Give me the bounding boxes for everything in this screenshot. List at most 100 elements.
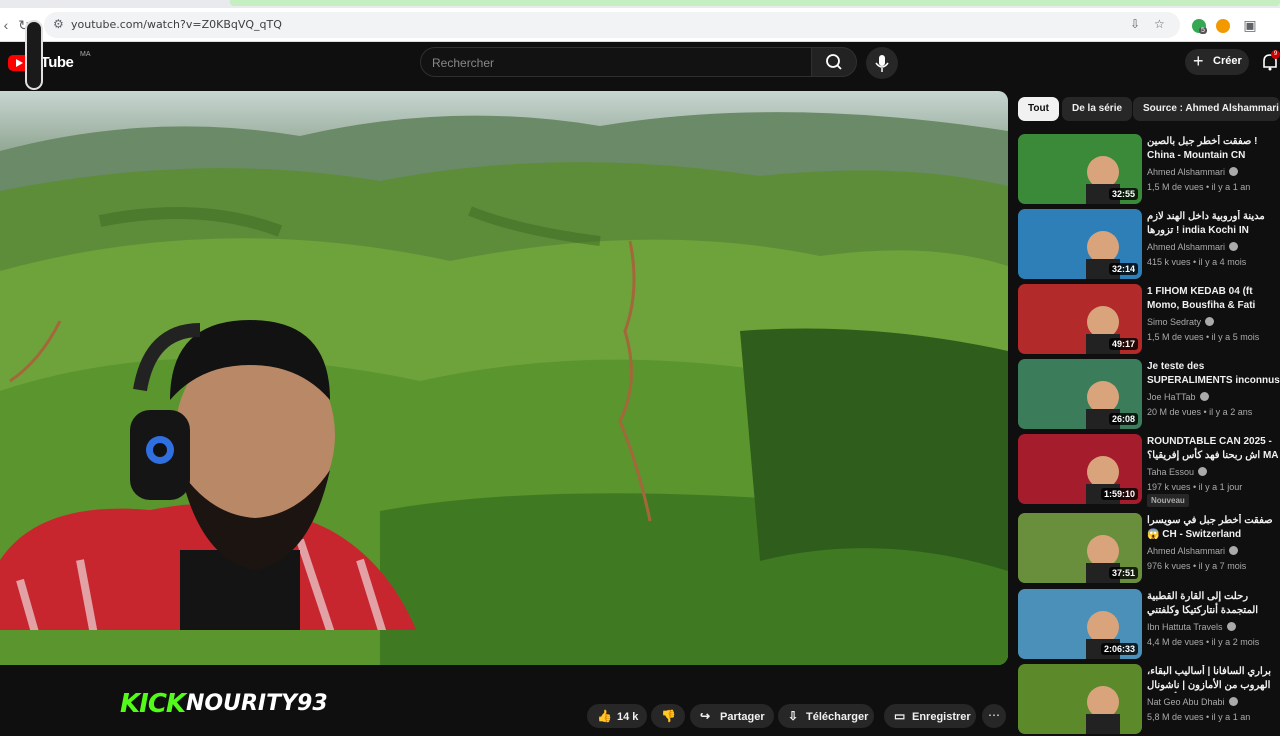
recommendation-item[interactable]: 2:06:33 رحلت إلى القارة القطبية المتجمدة … xyxy=(1018,589,1280,661)
channel-label: Ahmed Alshammari xyxy=(1147,546,1226,556)
channel-name[interactable]: Joe HaTTab xyxy=(1147,392,1209,402)
video-thumbnail[interactable]: 1:59:10 xyxy=(1018,434,1142,504)
download-button[interactable]: ⇩ Télécharger xyxy=(778,704,874,728)
video-duration: 32:14 xyxy=(1108,263,1138,275)
like-count: 14 k xyxy=(617,711,639,723)
video-meta: 197 k vues • il y a 1 jour xyxy=(1147,482,1243,492)
active-tab-highlight xyxy=(230,0,1280,6)
search-icon xyxy=(826,54,842,70)
video-title[interactable]: مدينة أوروبية داخل الهند لازم تزورها ! i… xyxy=(1147,210,1280,238)
chip-series[interactable]: De la série xyxy=(1062,97,1133,121)
site-info-icon[interactable]: ⚙ xyxy=(53,17,64,31)
video-thumbnail[interactable]: 49:17 xyxy=(1018,284,1142,354)
more-actions-button[interactable]: ⋯ xyxy=(982,704,1006,728)
channel-name[interactable]: Ahmed Alshammari xyxy=(1147,242,1239,252)
verified-check-icon xyxy=(1229,242,1239,251)
like-button[interactable]: 👍 14 k xyxy=(587,704,647,728)
video-title[interactable]: صفقت أخطر جبل في سويسرا 😱 CH - Switzerla… xyxy=(1147,514,1280,542)
extensions-puzzle-icon[interactable]: ▣ xyxy=(1240,15,1260,35)
recommendation-item[interactable]: 32:55 صفقت أخطر جبل بالصين ! China - Moun… xyxy=(1018,134,1280,206)
recommendation-item[interactable]: 32:14 مدينة أوروبية داخل الهند لازم تزوره… xyxy=(1018,209,1280,281)
video-thumbnail[interactable]: 32:55 xyxy=(1018,134,1142,204)
dislike-button[interactable]: 👎 xyxy=(651,704,685,728)
notification-count-badge: 9 xyxy=(1271,50,1280,59)
download-icon: ⇩ xyxy=(788,709,799,723)
studio-microphone xyxy=(25,20,43,90)
verified-check-icon xyxy=(1199,392,1209,401)
video-title[interactable]: براري السافانا | أساليب البقاء، الهروب م… xyxy=(1147,665,1280,693)
video-duration: 1:59:10 xyxy=(1100,488,1138,500)
extension-orange-icon[interactable] xyxy=(1216,19,1230,33)
video-meta: 1,5 M de vues • il y a 5 mois xyxy=(1147,332,1260,342)
plus-icon: + xyxy=(1193,51,1204,71)
thumbs-up-icon: 👍 xyxy=(597,709,612,723)
create-label: Créer xyxy=(1213,55,1242,67)
channel-name[interactable]: Ahmed Alshammari xyxy=(1147,167,1239,177)
youtube-header: uTube MA Rechercher + Créer 9 xyxy=(0,42,1280,90)
thumbs-down-icon: 👎 xyxy=(661,709,676,723)
chip-all[interactable]: Tout xyxy=(1018,97,1059,121)
url-text: youtube.com/watch?v=Z0KBqVQ_qTQ xyxy=(71,18,282,31)
streamer-webcam-overlay xyxy=(0,320,417,630)
streamer-name: NOURITY93 xyxy=(186,691,328,716)
channel-name[interactable]: Nat Geo Abu Dhabi xyxy=(1147,697,1238,707)
video-title[interactable]: ROUNDTABLE CAN 2025 - اش ربحنا فهد كأس إ… xyxy=(1147,435,1280,463)
search-button[interactable] xyxy=(811,47,857,77)
video-thumbnail[interactable]: 37:51 xyxy=(1018,513,1142,583)
thumbnail-image xyxy=(1018,664,1142,734)
video-duration: 2:06:33 xyxy=(1100,643,1138,655)
create-button[interactable]: + Créer xyxy=(1185,49,1249,75)
install-icon[interactable]: ⇩ xyxy=(1130,17,1140,31)
channel-label: Ahmed Alshammari xyxy=(1147,167,1226,177)
browser-tab-strip xyxy=(0,0,1280,8)
video-thumbnail[interactable]: 32:14 xyxy=(1018,209,1142,279)
new-badge: Nouveau xyxy=(1147,494,1189,507)
channel-label: Nat Geo Abu Dhabi xyxy=(1147,697,1225,707)
verified-check-icon xyxy=(1228,697,1238,706)
save-button[interactable]: ▭ Enregistrer xyxy=(884,704,976,728)
video-title[interactable]: Je teste des SUPERALIMENTS inconnus dans… xyxy=(1147,360,1280,388)
voice-search-button[interactable] xyxy=(866,47,898,79)
save-bookmark-icon: ▭ xyxy=(894,709,906,723)
chip-source[interactable]: Source : Ahmed Alshammari xyxy=(1133,97,1280,121)
recommendation-item[interactable]: براري السافانا | أساليب البقاء، الهروب م… xyxy=(1018,664,1280,736)
extension-badge: 5 xyxy=(1199,27,1207,34)
microphone-icon xyxy=(875,55,889,72)
bookmark-star-icon[interactable]: ☆ xyxy=(1154,17,1165,31)
video-meta: 5,8 M de vues • il y a 1 an xyxy=(1147,712,1251,722)
video-meta: 415 k vues • il y a 4 mois xyxy=(1147,257,1247,267)
video-title[interactable]: رحلت إلى القارة القطبية المتجمدة أنتاركت… xyxy=(1147,590,1280,618)
recommendation-item[interactable]: 37:51 صفقت أخطر جبل في سويسرا 😱 CH - Swit… xyxy=(1018,513,1280,585)
address-bar[interactable]: ⚙ youtube.com/watch?v=Z0KBqVQ_qTQ ⇩ ☆ xyxy=(44,12,1180,38)
channel-label: Ahmed Alshammari xyxy=(1147,242,1226,252)
video-duration: 32:55 xyxy=(1108,188,1138,200)
video-duration: 37:51 xyxy=(1108,567,1138,579)
search-placeholder: Rechercher xyxy=(432,56,495,70)
verified-check-icon xyxy=(1205,317,1215,326)
verified-check-icon xyxy=(1198,467,1208,476)
video-thumbnail[interactable]: 2:06:33 xyxy=(1018,589,1142,659)
video-title[interactable]: 1 FIHOM KEDAB 04 (ft Momo, Bousfiha & Fa… xyxy=(1147,285,1280,313)
channel-name[interactable]: Taha Essou xyxy=(1147,467,1208,477)
browser-toolbar: ‹ ↻ ⚙ youtube.com/watch?v=Z0KBqVQ_qTQ ⇩ … xyxy=(0,8,1280,42)
video-thumbnail[interactable]: 26:08 xyxy=(1018,359,1142,429)
recommendation-item[interactable]: 26:08 Je teste des SUPERALIMENTS inconnus… xyxy=(1018,359,1280,431)
channel-label: Simo Sedraty xyxy=(1147,317,1202,327)
channel-label: Taha Essou xyxy=(1147,467,1195,477)
region-code: MA xyxy=(80,51,91,58)
channel-name[interactable]: Ibn Hattuta Travels xyxy=(1147,622,1236,632)
search-input[interactable]: Rechercher xyxy=(420,47,812,77)
video-thumbnail[interactable] xyxy=(1018,664,1142,734)
channel-name[interactable]: Ahmed Alshammari xyxy=(1147,546,1239,556)
share-button[interactable]: ↪ Partager xyxy=(690,704,774,728)
video-meta: 976 k vues • il y a 7 mois xyxy=(1147,561,1247,571)
video-title[interactable]: صفقت أخطر جبل بالصين ! China - Mountain … xyxy=(1147,135,1280,163)
verified-check-icon xyxy=(1226,622,1236,631)
verified-check-icon xyxy=(1229,546,1239,555)
video-meta: 20 M de vues • il y a 2 ans xyxy=(1147,407,1253,417)
video-meta: 4,4 M de vues • il y a 2 mois xyxy=(1147,637,1260,647)
channel-name[interactable]: Simo Sedraty xyxy=(1147,317,1215,327)
share-arrow-icon: ↪ xyxy=(700,709,711,723)
video-meta: 1,5 M de vues • il y a 1 an xyxy=(1147,182,1251,192)
recommendation-item[interactable]: 49:17 1 FIHOM KEDAB 04 (ft Momo, Bousfiha… xyxy=(1018,284,1280,356)
